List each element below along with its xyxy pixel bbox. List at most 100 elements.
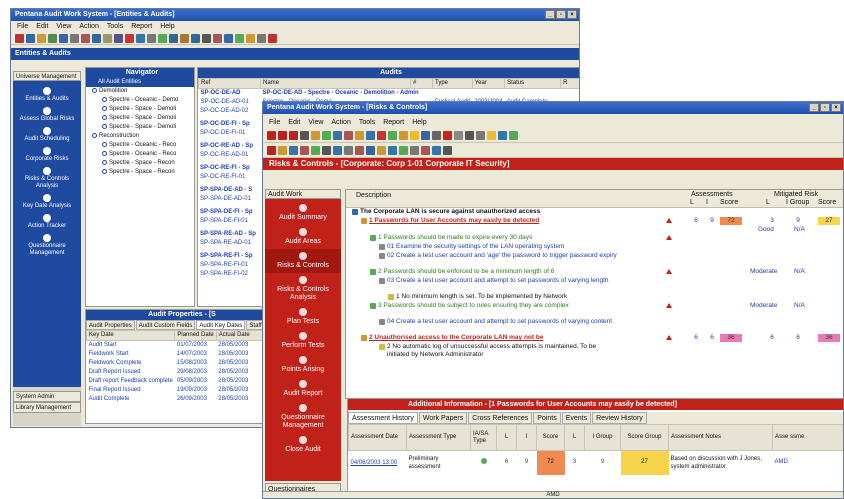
col-i-group[interactable]: I Group (584, 424, 621, 451)
toolbar-icon[interactable] (300, 145, 309, 155)
toolbar-icon[interactable] (103, 33, 112, 43)
universe-label[interactable]: Universe Management (13, 71, 81, 81)
toolbar-icon[interactable] (267, 145, 276, 155)
toolbar-icon[interactable] (202, 33, 211, 43)
col-assessment-type[interactable]: Assessment Type (406, 424, 471, 451)
toolbar-icon[interactable] (432, 130, 441, 140)
sidebar-plan-tests[interactable]: Plan Tests (265, 305, 341, 329)
menu-help[interactable]: Help (160, 21, 174, 32)
toolbar-icon[interactable] (289, 145, 298, 155)
sidebar-entities-audits[interactable]: Entities & Audits (13, 87, 81, 103)
navigator-item[interactable]: Reconstruction (86, 132, 194, 141)
tree-row[interactable]: 03 Create a test user account and attemp… (346, 277, 843, 293)
col-type[interactable]: Type (432, 78, 473, 89)
menu-edit[interactable]: Edit (288, 117, 300, 128)
toolbar-icon[interactable] (399, 145, 408, 155)
toolbar-icon[interactable] (235, 33, 244, 43)
col-mitigated-l[interactable]: L (766, 199, 770, 206)
toolbar-icon[interactable] (224, 33, 233, 43)
toolbar-icon[interactable] (377, 130, 386, 140)
tree-row[interactable]: 1 Passwords for User Accounts may easily… (346, 217, 843, 234)
col-description[interactable]: Description (356, 192, 391, 199)
restore-button[interactable]: ▫ (556, 10, 566, 19)
table-row[interactable]: SP-OC-DE-AD SP-OC-DE-AD - Spectre - Ocea… (199, 89, 580, 99)
col-planned-date[interactable]: Planned Date (174, 330, 217, 341)
toolbar-icon[interactable] (300, 130, 309, 140)
toolbar-icon[interactable] (487, 130, 496, 140)
sidebar-risks-controls-analysis[interactable]: Risks & Controls Analysis (13, 167, 81, 190)
toolbar-icon[interactable] (37, 33, 46, 43)
toolbar-icon[interactable] (92, 33, 101, 43)
toolbar-icon[interactable] (278, 130, 287, 140)
sidebar-audit-scheduling[interactable]: Audit Scheduling (13, 127, 81, 143)
toolbar-icon[interactable] (498, 130, 507, 140)
toolbar-icon[interactable] (366, 145, 375, 155)
sidebar-key-date-analysis[interactable]: Key Date Analysis (13, 194, 81, 210)
table-row[interactable]: Final Report Issued 19/09/2003 28/05/2003 (87, 386, 274, 395)
tab-cross-references[interactable]: Cross References (468, 412, 533, 424)
menu-view[interactable]: View (308, 117, 323, 128)
tree-row[interactable]: 2 Unauthorised access to the Corporate L… (346, 334, 843, 343)
toolbar-icon[interactable] (169, 33, 178, 43)
col-score[interactable]: Score (536, 424, 565, 451)
restore-button[interactable]: ▫ (820, 103, 830, 112)
toolbar-icon[interactable] (421, 145, 430, 155)
navigator-root[interactable]: All Audit Entities (86, 78, 194, 87)
col-r[interactable]: R (560, 78, 579, 89)
col-i-group[interactable]: I Group (786, 199, 809, 206)
col-i[interactable]: I (706, 199, 708, 206)
toolbar-icon[interactable] (410, 145, 419, 155)
tree-row[interactable]: 01 Examine the security settings of the … (346, 243, 843, 252)
table-row[interactable]: 04/06/2003 13:00 Preliminary assessment … (349, 450, 844, 475)
tree-row[interactable]: 1 Passwords should be made to expire eve… (346, 234, 843, 243)
tree-row[interactable]: 04 Create a test user account and attemp… (346, 318, 843, 334)
sidebar-audit-report[interactable]: Audit Report (265, 377, 341, 401)
toolbar-icon[interactable] (311, 145, 320, 155)
col-mitigated-score[interactable]: Score (818, 199, 836, 206)
table-row[interactable]: Fieldwork Start 14/07/2003 28/05/2003 (87, 350, 274, 359)
toolbar-icon[interactable] (81, 33, 90, 43)
menu-view[interactable]: View (56, 21, 71, 32)
toolbar-icon[interactable] (377, 145, 386, 155)
sidebar-perform-tests[interactable]: Perform Tests (265, 329, 341, 353)
toolbar-icon[interactable] (48, 33, 57, 43)
navigator-item[interactable]: Spectre - Space - Recon (86, 168, 194, 177)
toolbar-icon[interactable] (26, 33, 35, 43)
tab-review-history[interactable]: Review History (592, 412, 647, 424)
sidebar-points-arising[interactable]: Points Arising (265, 353, 341, 377)
toolbar-icon[interactable] (388, 130, 397, 140)
navigator-item[interactable]: Spectre - Space - Recon (86, 159, 194, 168)
tree-row[interactable]: 2 Passwords should be enforced to be a m… (346, 268, 843, 277)
toolbar-icon[interactable] (509, 130, 518, 140)
table-row[interactable]: Draft report Feedback complete 05/09/2003… (87, 377, 274, 386)
menu-action[interactable]: Action (79, 21, 98, 32)
col-mitigated-l[interactable]: L (564, 424, 585, 451)
col-name[interactable]: Name (260, 78, 411, 89)
col-year[interactable]: Year (471, 78, 506, 89)
sidebar-assess-global-risks[interactable]: Assess Global Risks (13, 107, 81, 123)
toolbar-icon[interactable] (322, 130, 331, 140)
toolbar-icon[interactable] (191, 33, 200, 43)
tab-audit-key-dates[interactable]: Audit Key Dates (196, 320, 246, 330)
navigator-item[interactable]: Spectre - Oceanic - Reco (86, 141, 194, 150)
sidebar-action-tracker[interactable]: Action Tracker (13, 214, 81, 230)
navigator-item[interactable]: Spectre - Oceanic - Reco (86, 150, 194, 159)
tab-points[interactable]: Points (533, 412, 561, 424)
toolbar-icon[interactable] (278, 145, 287, 155)
col-status[interactable]: Status (504, 78, 562, 89)
col-score[interactable]: Score (720, 199, 738, 206)
sidebar-close-audit[interactable]: Close Audit (265, 433, 341, 457)
tree-row[interactable]: 1 No minimum length is set. To be implem… (346, 293, 843, 302)
col-iasa-type[interactable]: IA/SA Type (470, 424, 497, 451)
toolbar-icon[interactable] (366, 130, 375, 140)
library-management-button[interactable]: Library Management (13, 402, 81, 413)
toolbar-icon[interactable] (344, 145, 353, 155)
table-row[interactable]: Fieldwork Complete 15/08/2003 28/05/2003 (87, 359, 274, 368)
col-num[interactable]: # (410, 78, 433, 89)
navigator-item[interactable]: Spectre - Space - Demoli (86, 114, 194, 123)
toolbar-icon[interactable] (454, 130, 463, 140)
toolbar-icon[interactable] (344, 130, 353, 140)
toolbar-icon[interactable] (443, 145, 452, 155)
table-row[interactable]: Audit Start 01/07/2003 28/05/2003 (87, 341, 274, 351)
toolbar-icon[interactable] (476, 130, 485, 140)
